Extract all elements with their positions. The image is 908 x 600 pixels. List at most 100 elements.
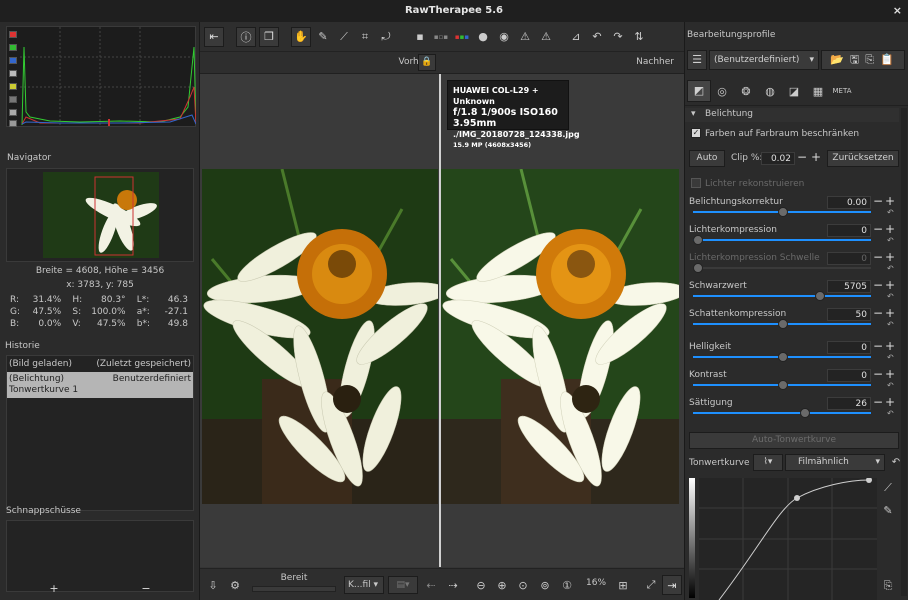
histogram-bar-toggle[interactable]	[9, 109, 17, 116]
focus-mask-icon[interactable]: ◉	[495, 27, 513, 47]
rotate-right-icon[interactable]: ↷	[609, 27, 627, 47]
white-balance-picker-icon[interactable]: ✎	[314, 27, 332, 47]
reconstruct-checkbox[interactable]	[691, 178, 701, 188]
shadow-clip-warning-icon[interactable]: ⚠	[516, 27, 534, 47]
add-snapshot-button[interactable]: +	[8, 582, 100, 595]
histogram-icon[interactable]: ⊿	[567, 27, 585, 47]
slider-decrement[interactable]: −	[873, 367, 883, 381]
remove-snapshot-button[interactable]: −	[100, 582, 192, 595]
open-profile-icon[interactable]: 📂	[830, 53, 850, 66]
rgb-channels-icon[interactable]: ▪ ▪ ▪	[453, 27, 471, 47]
before-after-icon[interactable]: ❐	[259, 26, 279, 47]
zoom-out-icon[interactable]: ⊖	[472, 575, 490, 595]
slider-decrement[interactable]: −	[873, 194, 883, 208]
luminance-preview-icon[interactable]: ●	[474, 27, 492, 47]
save-profile-icon[interactable]: 🖫	[850, 53, 865, 66]
slider-knob[interactable]	[815, 291, 826, 301]
info-icon[interactable]: ⓘ	[236, 26, 256, 47]
straighten-icon[interactable]: ⟋	[335, 27, 353, 47]
slider-knob[interactable]	[778, 352, 788, 362]
auto-button[interactable]: Auto	[689, 150, 725, 167]
tab-meta-icon[interactable]: META	[833, 81, 852, 101]
image-viewport[interactable]: HUAWEI COL-L29 + Unknown f/1.8 1/900s IS…	[200, 74, 684, 567]
hide-left-panel-icon[interactable]: ⇤	[204, 26, 224, 47]
slider-decrement[interactable]: −	[873, 339, 883, 353]
zoom-100-icon[interactable]: ①	[558, 575, 576, 595]
slider-increment[interactable]: +	[885, 194, 895, 208]
zoom-in-icon[interactable]: ⊕	[493, 575, 511, 595]
slider-reset-icon[interactable]: ↶	[887, 208, 894, 217]
slider-track[interactable]	[693, 380, 871, 390]
histogram-blue-toggle[interactable]	[9, 57, 17, 64]
slider-decrement[interactable]: −	[873, 250, 883, 264]
new-detail-window-icon[interactable]: ⊞	[614, 575, 632, 595]
slider-reset-icon[interactable]: ↶	[887, 292, 894, 301]
curve-copy-icon[interactable]: ⎘	[879, 576, 897, 596]
history-row[interactable]: (Bild geladen) (Zuletzt gespeichert)	[7, 356, 193, 370]
next-image-icon[interactable]: ⇢	[444, 575, 462, 595]
slider-value-input[interactable]: 0.00	[827, 196, 871, 209]
slider-value-input[interactable]: 0	[827, 369, 871, 382]
slider-track[interactable]	[693, 263, 871, 273]
slider-track[interactable]	[693, 235, 871, 245]
slider-reset-icon[interactable]: ↶	[887, 353, 894, 362]
queue-icon[interactable]: ⚙	[226, 575, 244, 595]
slider-knob[interactable]	[693, 235, 703, 245]
slider-knob[interactable]	[693, 263, 703, 273]
paste-profile-icon[interactable]: 📋	[880, 53, 900, 66]
slider-increment[interactable]: +	[885, 222, 895, 236]
flip-icon[interactable]: ⇅	[630, 27, 648, 47]
tab-transform-icon[interactable]: ◪	[785, 81, 803, 101]
clip-input[interactable]: 0.02	[761, 152, 795, 165]
slider-reset-icon[interactable]: ↶	[887, 320, 894, 329]
reset-button[interactable]: Zurücksetzen	[827, 150, 899, 167]
histogram-mode-toggle[interactable]	[9, 120, 17, 127]
slider-track[interactable]	[693, 352, 871, 362]
slider-track[interactable]	[693, 319, 871, 329]
slider-decrement[interactable]: −	[873, 222, 883, 236]
zoom-fit-crop-icon[interactable]: ⊚	[536, 575, 554, 595]
hand-tool-icon[interactable]: ✋	[291, 26, 311, 47]
hide-right-panel-icon[interactable]: ⇥	[662, 575, 682, 595]
histogram-red-toggle[interactable]	[9, 31, 17, 38]
slider-increment[interactable]: +	[885, 278, 895, 292]
slider-value-input[interactable]: 0	[827, 252, 871, 265]
curve-type-icon[interactable]: ⌇▾	[753, 454, 783, 471]
slider-value-input[interactable]: 0	[827, 224, 871, 237]
slider-knob[interactable]	[778, 319, 788, 329]
slider-knob[interactable]	[800, 408, 811, 418]
tone-curve-editor[interactable]	[699, 478, 877, 600]
tab-exposure-icon[interactable]: ◩	[687, 80, 711, 102]
histogram-raw-toggle[interactable]	[9, 96, 17, 103]
close-button[interactable]: ×	[893, 0, 902, 22]
tab-color-icon[interactable]: ❂	[737, 81, 755, 101]
slider-reset-icon[interactable]: ↶	[887, 381, 894, 390]
slider-track[interactable]	[693, 207, 871, 217]
slider-increment[interactable]: +	[885, 395, 895, 409]
slider-value-input[interactable]: 50	[827, 308, 871, 321]
slider-knob[interactable]	[778, 380, 788, 390]
curve-pick-icon[interactable]: ⟋	[879, 478, 897, 498]
auto-curve-button[interactable]: Auto-Tonwertkurve	[689, 432, 899, 449]
slider-reset-icon[interactable]: ↶	[887, 236, 894, 245]
highlight-clip-warning-icon[interactable]: ⚠	[537, 27, 555, 47]
profile-combo[interactable]: K...fil ▾	[344, 576, 384, 594]
slider-increment[interactable]: +	[885, 339, 895, 353]
curve-edit-icon[interactable]: ✎	[879, 500, 897, 520]
right-scrollbar[interactable]	[901, 108, 907, 596]
slider-value-input[interactable]: 5705	[827, 280, 871, 293]
lock-icon[interactable]: 🔒	[418, 54, 436, 71]
crop-icon[interactable]: ⌗	[356, 27, 374, 47]
slider-increment[interactable]: +	[885, 250, 895, 264]
profile-list-icon[interactable]: ☰	[687, 50, 707, 70]
slider-decrement[interactable]: −	[873, 306, 883, 320]
navigator-preview[interactable]	[6, 168, 194, 262]
previous-image-icon[interactable]: ⇠	[422, 575, 440, 595]
slider-value-input[interactable]: 0	[827, 341, 871, 354]
histogram-green-toggle[interactable]	[9, 44, 17, 51]
clip-increment[interactable]: +	[811, 150, 821, 164]
slider-track[interactable]	[693, 408, 871, 418]
slider-knob[interactable]	[778, 207, 788, 217]
zoom-fit-icon[interactable]: ⊙	[514, 575, 532, 595]
slider-reset-icon[interactable]: ↶	[887, 264, 894, 273]
